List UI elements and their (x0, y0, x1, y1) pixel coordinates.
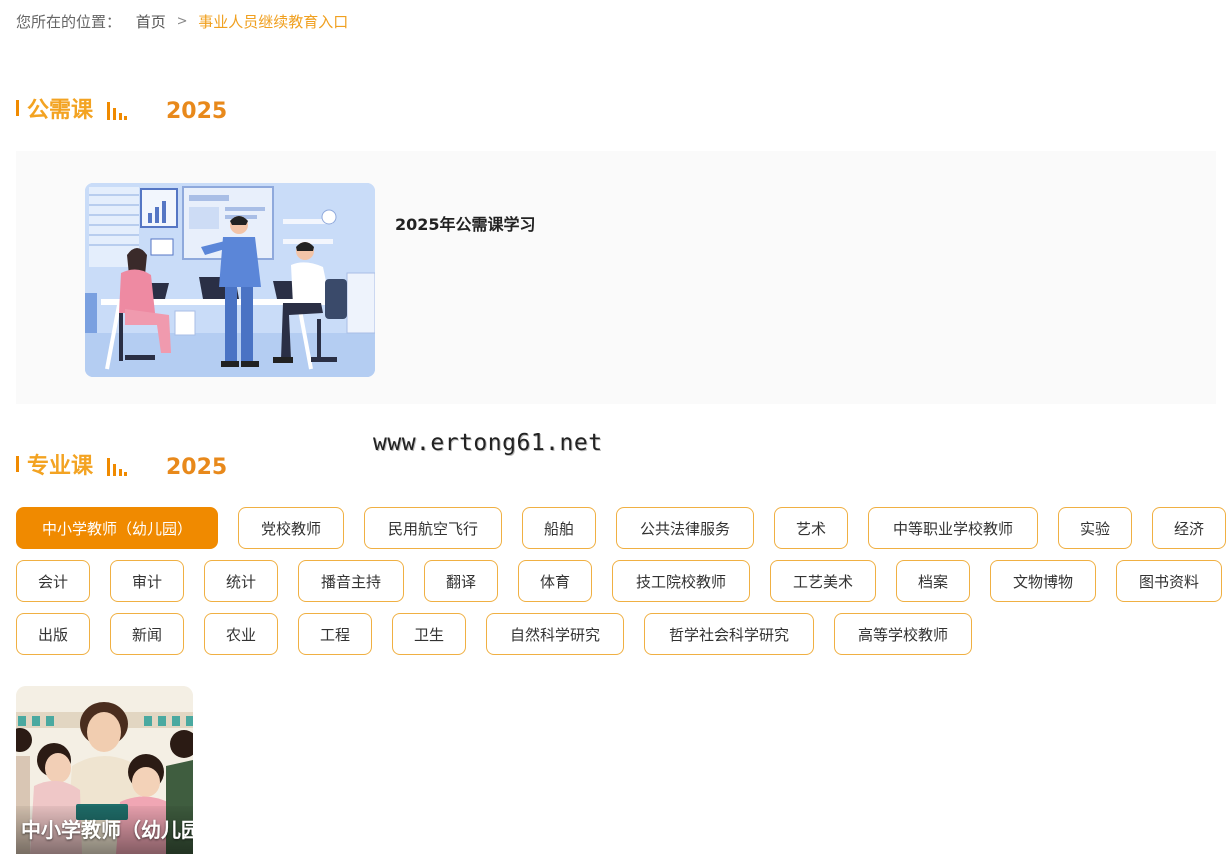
tag-agriculture[interactable]: 农业 (204, 613, 278, 655)
tag-translation[interactable]: 翻译 (424, 560, 498, 602)
tag-news[interactable]: 新闻 (110, 613, 184, 655)
public-section-title: 公需课 (27, 98, 94, 123)
bars-decoration-icon (107, 100, 127, 120)
tag-auditing[interactable]: 审计 (110, 560, 184, 602)
breadcrumb-separator: > (176, 14, 188, 29)
tag-art[interactable]: 艺术 (774, 507, 848, 549)
office-meeting-illustration (85, 183, 375, 377)
tag-arts-crafts[interactable]: 工艺美术 (770, 560, 876, 602)
tag-shipping[interactable]: 船舶 (522, 507, 596, 549)
tag-philosophy-social-science-research[interactable]: 哲学社会科学研究 (644, 613, 814, 655)
tag-primary-secondary-teachers[interactable]: 中小学教师（幼儿园） (16, 507, 218, 549)
tag-broadcasting[interactable]: 播音主持 (298, 560, 404, 602)
tag-experiment[interactable]: 实验 (1058, 507, 1132, 549)
professional-section-title: 专业课 (27, 454, 94, 479)
professional-section-year: 2025 (166, 455, 228, 480)
section-accent-bar (16, 100, 19, 116)
public-course-thumbnail[interactable] (85, 183, 375, 377)
tag-accounting[interactable]: 会计 (16, 560, 90, 602)
tag-health[interactable]: 卫生 (392, 613, 466, 655)
breadcrumb-home-link[interactable]: 首页 (136, 11, 166, 32)
tag-university-teachers[interactable]: 高等学校教师 (834, 613, 972, 655)
section-accent-bar (16, 456, 19, 472)
tag-archives[interactable]: 档案 (896, 560, 970, 602)
breadcrumb: 您所在的位置： 首页 > 事业人员继续教育入口 (16, 11, 348, 32)
tag-economics[interactable]: 经济 (1152, 507, 1226, 549)
tag-sports[interactable]: 体育 (518, 560, 592, 602)
tag-vocational-school-teachers[interactable]: 中等职业学校教师 (868, 507, 1038, 549)
public-section-year: 2025 (166, 99, 228, 124)
tag-party-school-teachers[interactable]: 党校教师 (238, 507, 344, 549)
course-card[interactable]: 中小学教师（幼儿园） (16, 686, 193, 854)
public-course-list: 2025年公需课学习 (16, 151, 1216, 404)
watermark-text: www.ertong61.net (373, 430, 603, 456)
tag-civil-aviation[interactable]: 民用航空飞行 (364, 507, 502, 549)
tag-cultural-relics[interactable]: 文物博物 (990, 560, 1096, 602)
tag-engineering[interactable]: 工程 (298, 613, 372, 655)
tag-technical-school-teachers[interactable]: 技工院校教师 (612, 560, 750, 602)
breadcrumb-current: 事业人员继续教育入口 (198, 13, 349, 31)
course-card-title: 中小学教师（幼儿园） (16, 806, 193, 854)
breadcrumb-prefix: 您所在的位置： (16, 13, 122, 31)
tag-natural-science-research[interactable]: 自然科学研究 (486, 613, 624, 655)
bars-decoration-icon (107, 456, 127, 476)
public-course-title[interactable]: 2025年公需课学习 (395, 211, 536, 235)
tag-library-materials[interactable]: 图书资料 (1116, 560, 1222, 602)
tag-statistics[interactable]: 统计 (204, 560, 278, 602)
tag-public-legal-services[interactable]: 公共法律服务 (616, 507, 754, 549)
tag-publishing[interactable]: 出版 (16, 613, 90, 655)
